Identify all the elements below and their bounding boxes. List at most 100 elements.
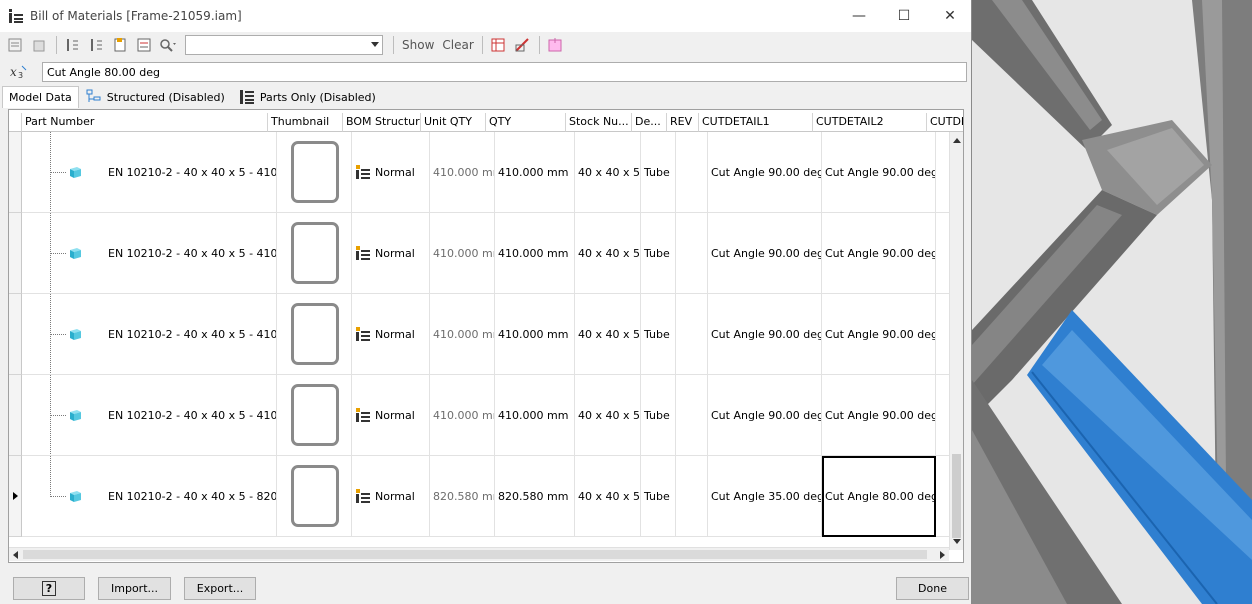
qty-cell[interactable]: 410.000 mm [495,132,575,213]
thumbnail-cell[interactable] [277,294,352,375]
description-cell[interactable]: Tube [641,132,676,213]
table-row[interactable]: EN 10210-2 - 40 x 40 x 5 - 410 Normal 410.… [22,375,962,456]
part-number-cell[interactable]: EN 10210-2 - 40 x 40 x 5 - 820.58 [105,456,277,537]
qty-cell[interactable]: 410.000 mm [495,375,575,456]
item-renumber-icon[interactable] [133,34,155,56]
description-cell[interactable]: Tube [641,456,676,537]
scroll-right-icon[interactable] [940,551,945,559]
row-selector[interactable] [9,294,22,375]
row-selector[interactable] [9,375,22,456]
header-thumbnail[interactable]: Thumbnail [268,113,343,132]
sort-descending-icon[interactable] [85,34,107,56]
model-viewport[interactable] [972,0,1252,604]
rev-cell[interactable] [676,456,708,537]
maximize-button[interactable]: ☐ [881,0,927,32]
rev-cell[interactable] [676,294,708,375]
table-row[interactable]: EN 10210-2 - 40 x 40 x 5 - 410 Normal 410.… [22,294,962,375]
horizontal-scrollbar[interactable] [9,547,949,561]
table-row[interactable]: EN 10210-2 - 40 x 40 x 5 - 820.58 Normal 8… [22,456,962,537]
title-bar[interactable]: Bill of Materials [Frame-21059.iam] — ☐ … [0,0,971,32]
stock-number-cell[interactable]: 40 x 40 x 5 [575,132,641,213]
part-number-cell[interactable]: EN 10210-2 - 40 x 40 x 5 - 410 [105,294,277,375]
cutdetail2-cell[interactable]: Cut Angle 90.00 deg [822,213,936,294]
qty-cell[interactable]: 410.000 mm [495,294,575,375]
thumbnail-cell[interactable] [277,132,352,213]
rev-cell[interactable] [676,132,708,213]
part-number-cell[interactable]: EN 10210-2 - 40 x 40 x 5 - 410 [105,132,277,213]
unit-qty-cell[interactable]: 410.000 mm [430,294,495,375]
expression-icon[interactable]: x3 [4,61,32,83]
vertical-scrollbar[interactable] [949,132,963,550]
bom-structure-cell[interactable]: Normal [352,294,430,375]
thumbnail-cell[interactable] [277,456,352,537]
header-cutdetail1[interactable]: CUTDETAIL1 [699,113,813,132]
header-bom-structure[interactable]: BOM Structure [343,113,421,132]
cutdetail2-cell[interactable]: Cut Angle 90.00 deg [822,132,936,213]
unit-qty-cell[interactable]: 410.000 mm [430,213,495,294]
header-unit-qty[interactable]: Unit QTY [421,113,486,132]
view-filter-select[interactable] [185,35,383,55]
done-button[interactable]: Done [896,577,969,600]
unit-qty-cell[interactable]: 410.000 mm [430,375,495,456]
header-description[interactable]: De... [632,113,667,132]
table-row[interactable]: EN 10210-2 - 40 x 40 x 5 - 410 Normal 410.… [22,132,962,213]
part-number-cell[interactable]: EN 10210-2 - 40 x 40 x 5 - 410 [105,375,277,456]
cutdetail1-cell[interactable]: Cut Angle 90.00 deg [708,375,822,456]
tab-model-data[interactable]: Model Data [2,86,79,108]
import-button[interactable]: Import... [98,577,171,600]
scroll-up-icon[interactable] [953,138,961,143]
rev-cell[interactable] [676,213,708,294]
edit-properties-icon[interactable] [511,34,533,56]
unit-qty-cell[interactable]: 820.580 mm [430,456,495,537]
row-selector-current[interactable] [9,456,22,537]
clear-button[interactable]: Clear [442,38,473,52]
horizontal-scroll-thumb[interactable] [23,550,927,559]
cutdetail2-cell-selected[interactable]: Cut Angle 80.00 deg [822,456,936,537]
bom-structure-cell[interactable]: Normal [352,132,430,213]
bom-structure-cell[interactable]: Normal [352,375,430,456]
bom-settings-icon[interactable] [544,34,566,56]
cutdetail1-cell[interactable]: Cut Angle 90.00 deg [708,132,822,213]
description-cell[interactable]: Tube [641,213,676,294]
cutdetail1-cell[interactable]: Cut Angle 90.00 deg [708,213,822,294]
thumbnail-cell[interactable] [277,213,352,294]
cell-value-input[interactable] [42,62,967,82]
cutdetail1-cell[interactable]: Cut Angle 90.00 deg [708,294,822,375]
close-button[interactable]: ✕ [927,0,973,32]
bom-structure-cell[interactable]: Normal [352,213,430,294]
cutdetail2-cell[interactable]: Cut Angle 90.00 deg [822,375,936,456]
scroll-down-icon[interactable] [953,539,961,544]
bom-structure-cell[interactable]: Normal [352,456,430,537]
qty-cell[interactable]: 820.580 mm [495,456,575,537]
minimize-button[interactable]: — [836,0,882,32]
stock-number-cell[interactable]: 40 x 40 x 5 [575,213,641,294]
choose-columns-icon[interactable] [487,34,509,56]
row-selector[interactable] [9,213,22,294]
export-button[interactable]: Export... [184,577,256,600]
help-button[interactable]: ? [13,577,85,600]
qty-cell[interactable]: 410.000 mm [495,213,575,294]
unit-qty-cell[interactable]: 410.000 mm [430,132,495,213]
tab-structured[interactable]: Structured (Disabled) [79,86,232,108]
stock-number-cell[interactable]: 40 x 40 x 5 [575,294,641,375]
show-button[interactable]: Show [402,38,434,52]
header-cutdetail2[interactable]: CUTDETAIL2 [813,113,927,132]
header-rev[interactable]: REV [667,113,699,132]
export-table-icon[interactable] [109,34,131,56]
cutdetail2-cell[interactable]: Cut Angle 90.00 deg [822,294,936,375]
description-cell[interactable]: Tube [641,375,676,456]
cutdetail1-cell[interactable]: Cut Angle 35.00 deg [708,456,822,537]
find-icon[interactable] [157,34,179,56]
rev-cell[interactable] [676,375,708,456]
row-selector[interactable] [9,132,22,213]
thumbnail-cell[interactable] [277,375,352,456]
header-qty[interactable]: QTY [486,113,566,132]
header-stock-number[interactable]: Stock Nu... [566,113,632,132]
header-cutdetail3[interactable]: CUTDE [927,113,963,132]
stock-number-cell[interactable]: 40 x 40 x 5 [575,375,641,456]
copy-icon[interactable] [28,34,50,56]
header-part-number[interactable]: Part Number [22,113,268,132]
table-row[interactable]: EN 10210-2 - 40 x 40 x 5 - 410 Normal 410.… [22,213,962,294]
tab-parts-only[interactable]: Parts Only (Disabled) [232,86,383,108]
description-cell[interactable]: Tube [641,294,676,375]
